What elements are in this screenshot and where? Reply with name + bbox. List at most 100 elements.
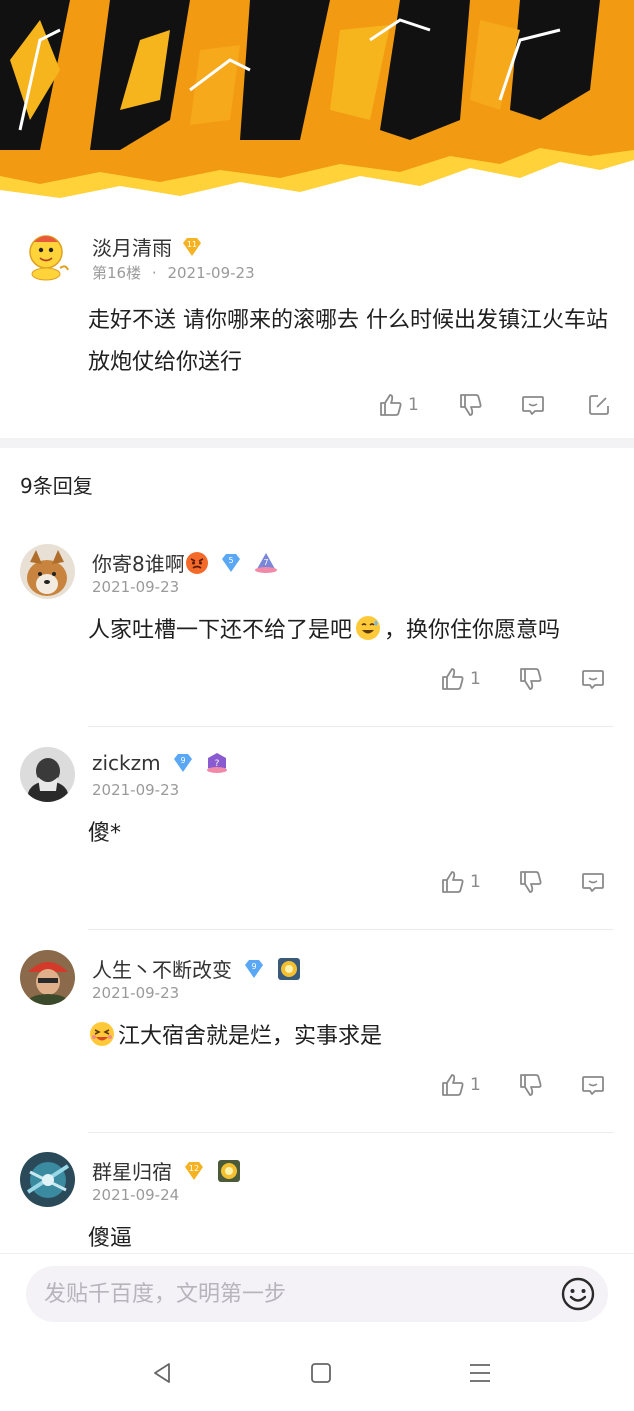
author-name-row[interactable]: 淡月清雨 11	[92, 232, 204, 261]
author-name[interactable]: 人生丶不断改变	[92, 954, 232, 983]
edit-icon	[589, 395, 609, 415]
like-button[interactable]: 1	[440, 666, 518, 692]
reply-actions: 1	[440, 869, 606, 895]
back-button[interactable]	[146, 1357, 178, 1389]
dislike-button[interactable]	[440, 392, 502, 418]
comment-button[interactable]	[580, 1072, 606, 1098]
post-date: 2021-09-23	[167, 264, 255, 282]
member-badge-icon	[276, 956, 302, 982]
dislike-button[interactable]	[518, 666, 580, 692]
like-count: 1	[470, 669, 481, 689]
system-nav-bar	[0, 1335, 634, 1411]
avatar[interactable]	[20, 950, 75, 1005]
svg-text:9: 9	[251, 962, 256, 971]
author-name-row[interactable]: 你寄8谁啊 5 7	[92, 548, 279, 577]
post-image-banner[interactable]	[0, 0, 634, 220]
reply-text: 江大宿舍就是烂，实事求是	[88, 1018, 382, 1050]
member-badge-icon: 7	[253, 551, 279, 575]
reply-text: 傻*	[88, 821, 122, 846]
author-name-row[interactable]: 群星归宿 12	[92, 1156, 242, 1185]
like-button[interactable]: 1	[440, 869, 518, 895]
thumbs-up-icon	[442, 871, 464, 893]
reply-date: 2021-09-23	[92, 781, 180, 799]
reply-text-part-after: ，换你住你愿意吗	[384, 618, 561, 643]
replies-count: 9条回复	[20, 474, 93, 498]
post-actions: 1	[378, 392, 612, 418]
comment-icon	[522, 396, 544, 415]
like-count: 1	[470, 872, 481, 892]
reply-item: 你寄8谁啊 5 7 2021-09-23 人家吐槽一下还不给了是吧 ，换你住你愿…	[0, 524, 634, 727]
reply-item: zickzm 9 ? 2021-09-23 傻* 1	[0, 727, 634, 930]
edit-button[interactable]	[564, 392, 612, 418]
reply-input-container[interactable]	[26, 1266, 608, 1322]
grinning-emoji-icon	[88, 1020, 116, 1048]
dislike-button[interactable]	[518, 869, 580, 895]
post-text: 走好不送 请你哪来的滚哪去 什么时候出发镇江火车站放炮仗给你送行	[88, 308, 608, 375]
svg-text:5: 5	[228, 556, 233, 565]
reply-text: 傻逼	[88, 1226, 133, 1251]
member-badge-icon: ?	[205, 751, 229, 775]
reply-text-part: 江大宿舍就是烂，实事求是	[118, 1024, 383, 1049]
author-name[interactable]: 淡月清雨	[92, 232, 172, 261]
author-name[interactable]: zickzm	[92, 751, 161, 775]
reply-input-bar	[0, 1253, 634, 1335]
thumbs-down-icon	[520, 1074, 542, 1096]
author-name-row[interactable]: 人生丶不断改变 9	[92, 954, 302, 983]
level-badge: 12	[182, 1160, 206, 1182]
avatar[interactable]	[20, 1152, 75, 1207]
like-button[interactable]: 1	[440, 1072, 518, 1098]
reply-text: 人家吐槽一下还不给了是吧 ，换你住你愿意吗	[88, 612, 560, 644]
avatar[interactable]	[20, 228, 76, 284]
svg-text:9: 9	[180, 756, 185, 765]
section-separator	[0, 438, 634, 448]
sweat-smile-emoji-icon	[354, 614, 382, 642]
emoji-button[interactable]	[560, 1276, 596, 1312]
like-button[interactable]: 1	[378, 392, 440, 418]
reply-actions: 1	[440, 666, 606, 692]
svg-text:7: 7	[263, 558, 268, 567]
menu-lines-icon	[470, 1364, 490, 1382]
reply-item: 人生丶不断改变 9 2021-09-23 江大宿舍就是烂，实事求是 1	[0, 930, 634, 1133]
thumbs-down-icon	[460, 394, 482, 416]
level-badge: 11	[180, 236, 204, 258]
smiley-icon	[561, 1277, 595, 1311]
dislike-button[interactable]	[518, 1072, 580, 1098]
avatar[interactable]	[20, 544, 75, 599]
recents-button[interactable]	[464, 1357, 496, 1389]
main-post: 淡月清雨 11 第16楼 · 2021-09-23 走好不送 请你哪来的滚哪去 …	[0, 220, 634, 438]
avatar[interactable]	[20, 747, 75, 802]
reply-actions: 1	[440, 1072, 606, 1098]
svg-text:?: ?	[214, 759, 219, 769]
reply-date: 2021-09-24	[92, 1186, 180, 1204]
comment-icon	[582, 1076, 604, 1095]
thumbs-down-icon	[520, 871, 542, 893]
back-triangle-icon	[154, 1363, 170, 1383]
comment-icon	[582, 670, 604, 689]
thumbs-up-icon	[442, 668, 464, 690]
like-count: 1	[470, 1075, 481, 1095]
floor-number: 第16楼	[92, 264, 142, 282]
comment-button[interactable]	[580, 869, 606, 895]
author-name[interactable]: 群星归宿	[92, 1156, 172, 1185]
reply-input[interactable]	[44, 1266, 544, 1322]
reply-date: 2021-09-23	[92, 578, 180, 596]
home-button[interactable]	[305, 1357, 337, 1389]
meta-dot: ·	[151, 264, 157, 282]
reply-date: 2021-09-23	[92, 984, 180, 1002]
level-badge: 9	[242, 958, 266, 980]
angry-emoji-icon	[185, 551, 209, 575]
author-name[interactable]: 你寄8谁啊	[92, 548, 185, 577]
comment-button[interactable]	[502, 392, 564, 418]
reply-item: 群星归宿 12 2021-09-24 傻逼	[0, 1132, 634, 1253]
member-badge-icon	[216, 1158, 242, 1184]
author-name-row[interactable]: zickzm 9 ?	[92, 751, 229, 775]
like-count: 1	[408, 395, 419, 415]
thumbs-up-icon	[380, 394, 402, 416]
svg-text:12: 12	[189, 1164, 199, 1173]
comment-button[interactable]	[580, 666, 606, 692]
comment-icon	[582, 873, 604, 892]
reply-text-part: 人家吐槽一下还不给了是吧	[88, 618, 353, 643]
svg-text:11: 11	[187, 240, 197, 249]
level-badge: 9	[171, 752, 195, 774]
post-meta: 第16楼 · 2021-09-23	[92, 262, 255, 283]
